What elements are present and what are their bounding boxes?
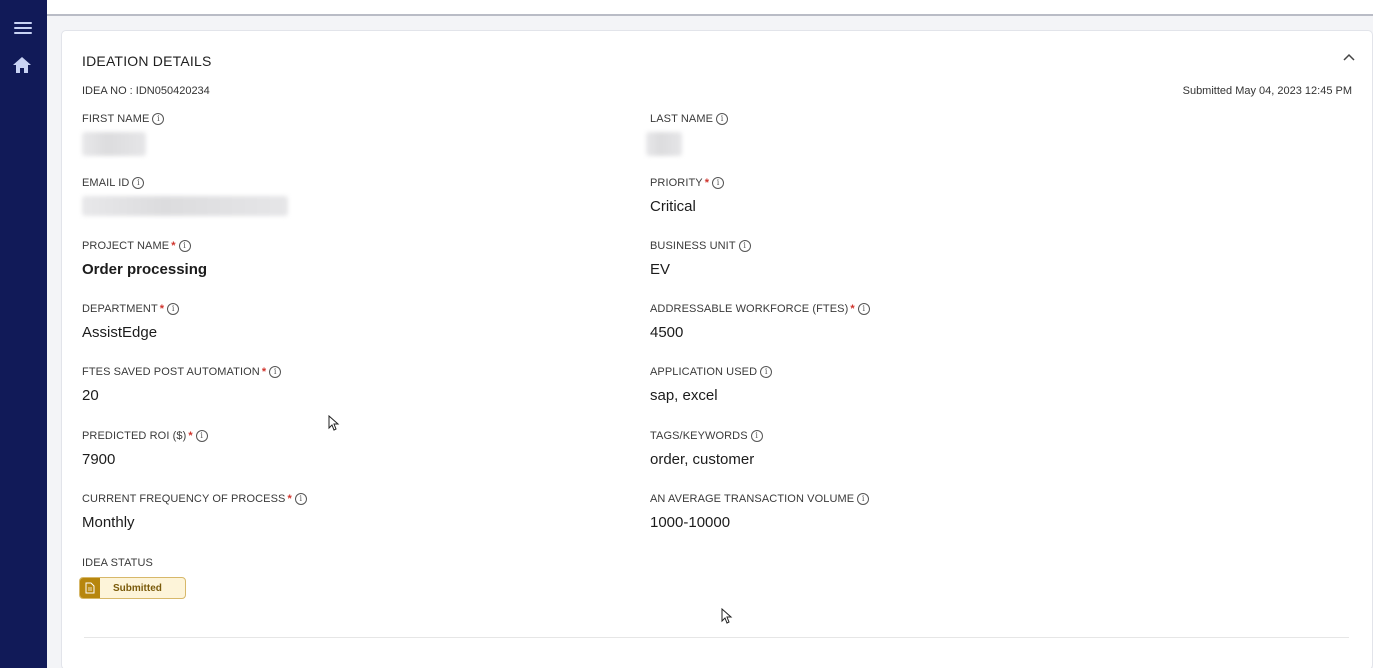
required-marker: * <box>287 493 292 505</box>
field-project-name: PROJECT NAME * i Order processing <box>82 239 207 279</box>
field-value: Critical <box>650 198 696 215</box>
idea-number: IDEA NO : IDN050420234 <box>82 85 210 97</box>
field-department: DEPARTMENT * i AssistEdge <box>82 302 180 342</box>
field-value: 20 <box>82 387 99 404</box>
field-value: 4500 <box>650 324 684 341</box>
field-value: sap, excel <box>650 387 718 404</box>
field-label: CURRENT FREQUENCY OF PROCESS <box>82 493 286 505</box>
info-icon[interactable]: i <box>178 240 191 252</box>
field-label: BUSINESS UNIT <box>650 240 736 252</box>
field-application-used: APPLICATION USED i sap, excel <box>650 365 773 405</box>
home-icon[interactable] <box>12 56 32 74</box>
info-icon[interactable]: i <box>760 366 773 378</box>
field-first-name: FIRST NAME i <box>82 112 165 156</box>
field-label: TAGS/KEYWORDS <box>650 430 748 442</box>
field-value: EV <box>650 261 671 278</box>
status-badge: Submitted <box>79 577 186 599</box>
info-icon[interactable]: i <box>269 366 282 378</box>
field-value: 1000-10000 <box>650 514 731 531</box>
mouse-cursor-icon <box>328 415 340 431</box>
field-addressable-workforce: ADDRESSABLE WORKFORCE (FTES) * i 4500 <box>650 302 870 342</box>
field-label: IDEA STATUS <box>82 557 153 569</box>
info-icon[interactable]: i <box>738 240 751 252</box>
field-label: FIRST NAME <box>82 113 150 125</box>
redacted-value <box>82 196 288 216</box>
mouse-cursor-icon <box>721 608 733 624</box>
field-priority: PRIORITY * i Critical <box>650 176 725 216</box>
redacted-value <box>646 132 682 156</box>
info-icon[interactable]: i <box>294 493 307 505</box>
field-last-name: LAST NAME i <box>646 112 729 156</box>
info-icon[interactable]: i <box>716 113 729 125</box>
field-label: FTES SAVED POST AUTOMATION <box>82 366 260 378</box>
info-icon[interactable]: i <box>167 303 180 315</box>
top-header-strip <box>47 0 1373 16</box>
field-value: order, customer <box>650 451 755 468</box>
hamburger-menu-icon[interactable] <box>13 20 33 36</box>
info-icon[interactable]: i <box>750 430 763 442</box>
field-label: APPLICATION USED <box>650 366 758 378</box>
redacted-value <box>82 132 146 156</box>
field-label: PRIORITY <box>650 177 703 189</box>
field-idea-status: IDEA STATUS <box>82 556 153 570</box>
field-value: AssistEdge <box>82 324 158 341</box>
field-label: ADDRESSABLE WORKFORCE (FTES) <box>650 303 849 315</box>
info-icon[interactable]: i <box>857 493 870 505</box>
field-predicted-roi: PREDICTED ROI ($) * i 7900 <box>82 429 208 469</box>
required-marker: * <box>188 430 193 442</box>
divider <box>84 637 1349 638</box>
field-email-id: EMAIL ID i <box>82 176 288 216</box>
field-business-unit: BUSINESS UNIT i EV <box>650 239 751 279</box>
field-label: LAST NAME <box>650 113 714 125</box>
required-marker: * <box>850 303 855 315</box>
info-icon[interactable]: i <box>132 177 145 189</box>
info-icon[interactable]: i <box>857 303 870 315</box>
status-badge-label: Submitted <box>113 582 162 594</box>
info-icon[interactable]: i <box>152 113 165 125</box>
required-marker: * <box>704 177 710 189</box>
sidebar <box>0 0 47 668</box>
field-average-transaction-volume: AN AVERAGE TRANSACTION VOLUME i 1000-100… <box>650 492 870 532</box>
card-title: IDEATION DETAILS <box>82 53 212 69</box>
field-label: PROJECT NAME <box>82 240 170 252</box>
required-marker: * <box>171 240 176 252</box>
field-value: 7900 <box>82 451 116 468</box>
required-marker: * <box>261 366 267 378</box>
field-label: DEPARTMENT <box>82 303 158 315</box>
chevron-up-icon[interactable] <box>1342 51 1356 63</box>
required-marker: * <box>159 303 165 315</box>
info-icon[interactable]: i <box>195 430 208 442</box>
ideation-details-card: IDEATION DETAILS IDEA NO : IDN050420234 … <box>61 30 1373 668</box>
field-current-frequency: CURRENT FREQUENCY OF PROCESS * i Monthly <box>82 492 307 532</box>
submitted-timestamp: Submitted May 04, 2023 12:45 PM <box>1182 85 1352 97</box>
field-label: AN AVERAGE TRANSACTION VOLUME <box>650 493 855 505</box>
field-label: PREDICTED ROI ($) <box>82 430 187 442</box>
field-tags-keywords: TAGS/KEYWORDS i order, customer <box>650 429 763 469</box>
field-value: Monthly <box>82 514 135 531</box>
field-ftes-saved: FTES SAVED POST AUTOMATION * i 20 <box>82 365 282 405</box>
document-icon <box>80 578 100 598</box>
field-label: EMAIL ID <box>82 177 130 189</box>
field-value: Order processing <box>82 261 208 278</box>
info-icon[interactable]: i <box>712 177 725 189</box>
